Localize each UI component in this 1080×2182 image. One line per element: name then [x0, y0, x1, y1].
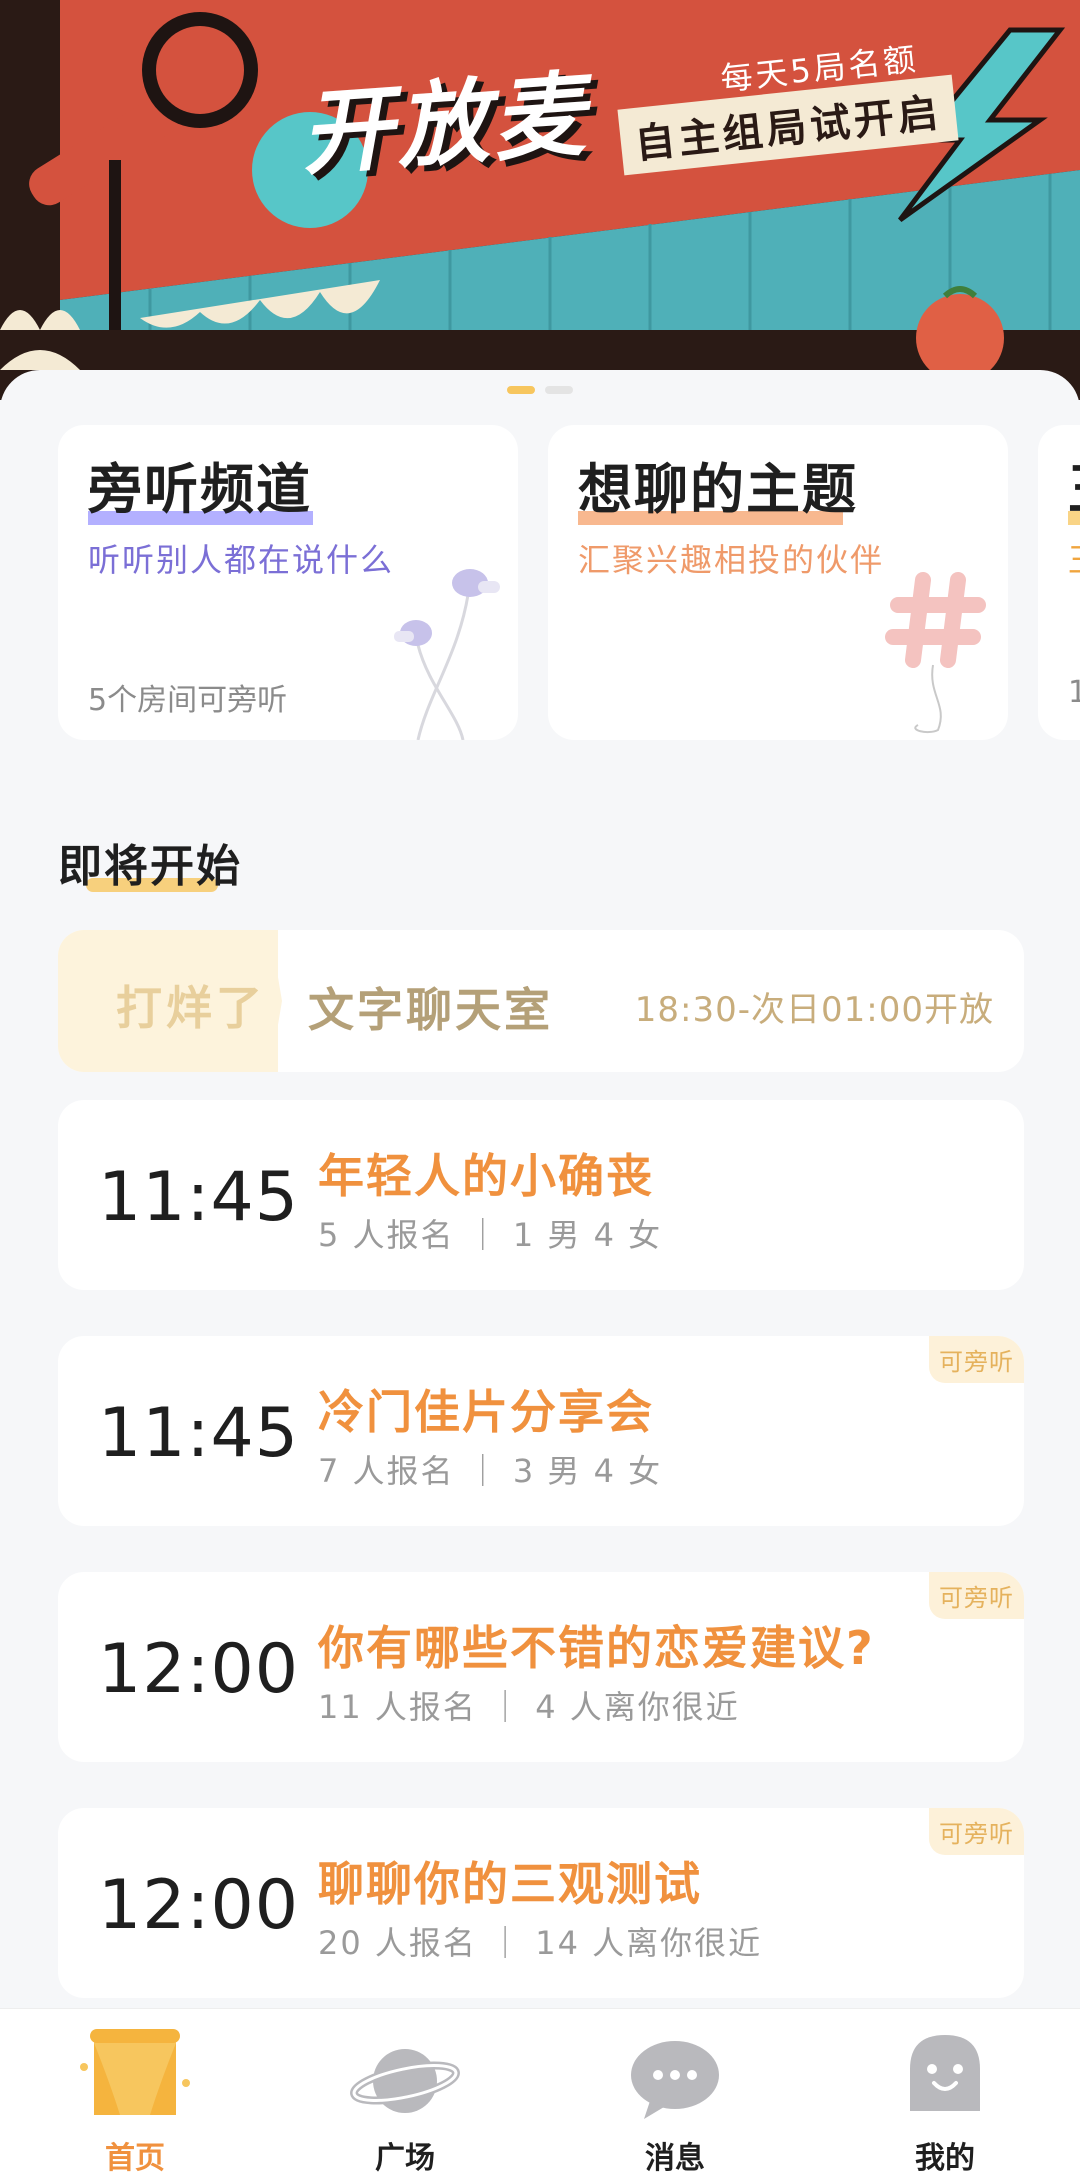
tab-plaza[interactable]: 广场: [270, 2009, 540, 2182]
earphones-icon: [394, 569, 500, 740]
room-start-time: 12:00: [98, 1630, 299, 1709]
audit-badge: 可旁听: [929, 1572, 1024, 1619]
pager-dot-active: [507, 386, 535, 394]
audit-badge: 可旁听: [929, 1808, 1024, 1855]
banner-title: 开放麦: [297, 61, 592, 188]
room-start-time: 11:45: [98, 1394, 299, 1473]
audit-badge: 可旁听: [929, 1336, 1024, 1383]
tab-label: 广场: [375, 2141, 435, 2176]
closed-tag-label: 打烊了: [116, 981, 266, 1035]
text-chatroom-card[interactable]: 打烊了 文字聊天室 18:30-次日01:00开放: [58, 930, 1024, 1072]
room-title: 冷门佳片分享会: [318, 1385, 654, 1439]
channel-card-topics[interactable]: 想聊的主题 汇聚兴趣相投的伙伴: [548, 425, 1008, 740]
channel-room-count: 1: [1068, 675, 1080, 710]
room-title: 你有哪些不错的恋爱建议?: [318, 1621, 875, 1675]
room-card[interactable]: 可旁听 12:00 聊聊你的三观测试 20 人报名 ｜ 14 人离你很近: [58, 1808, 1024, 1998]
tab-messages[interactable]: 消息: [540, 2009, 810, 2182]
tab-home[interactable]: 首页: [0, 2009, 270, 2182]
room-card[interactable]: 可旁听 11:45 冷门佳片分享会 7 人报名 ｜ 3 男 4 女: [58, 1336, 1024, 1526]
ghost-profile-icon: [910, 2035, 980, 2111]
chatroom-hours: 18:30-次日01:00开放: [634, 990, 994, 1030]
section-title-upcoming: 即将开始: [58, 841, 242, 892]
room-signup-info: 5 人报名 ｜ 1 男 4 女: [318, 1216, 663, 1254]
channel-title: 王: [1068, 445, 1080, 524]
tab-label: 首页: [105, 2141, 165, 2176]
channel-subtitle: 王: [1068, 535, 1080, 581]
channel-title: 旁听频道: [88, 458, 312, 521]
banner-pager: [0, 386, 1080, 394]
planet-icon: [350, 2049, 460, 2113]
room-start-time: 12:00: [98, 1866, 299, 1945]
chat-bubble-icon: [631, 2041, 719, 2119]
room-start-time: 11:45: [98, 1158, 299, 1237]
hashtag-balloon-icon: [885, 572, 986, 734]
channel-room-count: 5个房间可旁听: [88, 683, 288, 718]
channel-subtitle: 汇聚兴趣相投的伙伴: [578, 541, 885, 579]
room-card[interactable]: 11:45 年轻人的小确丧 5 人报名 ｜ 1 男 4 女: [58, 1100, 1024, 1290]
channel-card-audit[interactable]: 旁听频道 听听别人都在说什么 5个房间可旁听: [58, 425, 518, 740]
channel-carousel[interactable]: 旁听频道 听听别人都在说什么 5个房间可旁听 想聊的主题 汇聚兴趣相投的伙伴 1: [58, 425, 1080, 745]
channel-title: 想聊的主题: [578, 458, 858, 521]
main-content: 旁听频道 听听别人都在说什么 5个房间可旁听 想聊的主题 汇聚兴趣相投的伙伴 1…: [0, 370, 1080, 2010]
room-signup-info: 20 人报名 ｜ 14 人离你很近: [318, 1924, 763, 1962]
room-signup-info: 7 人报名 ｜ 3 男 4 女: [318, 1452, 663, 1490]
tab-profile[interactable]: 我的: [810, 2009, 1080, 2182]
channel-card-partial[interactable]: 王 王 1: [1038, 425, 1080, 740]
stage-curtain-icon: [80, 2029, 190, 2115]
room-card[interactable]: 可旁听 12:00 你有哪些不错的恋爱建议? 11 人报名 ｜ 4 人离你很近: [58, 1572, 1024, 1762]
pager-dot: [545, 386, 573, 394]
bottom-tab-bar: 首页 广场 消息 我的: [0, 2008, 1080, 2182]
chatroom-name: 文字聊天室: [308, 983, 553, 1037]
tab-label: 我的: [915, 2141, 975, 2176]
room-title: 年轻人的小确丧: [318, 1149, 654, 1203]
room-title: 聊聊你的三观测试: [318, 1857, 702, 1911]
room-signup-info: 11 人报名 ｜ 4 人离你很近: [318, 1688, 740, 1726]
event-banner[interactable]: 开放麦 每天5局名额 自主组局试开启: [0, 0, 1080, 400]
closed-tag: 打烊了: [58, 930, 282, 1072]
tag-notch-shape: [260, 930, 282, 1072]
tab-label: 消息: [645, 2141, 705, 2176]
channel-subtitle: 听听别人都在说什么: [88, 541, 395, 579]
